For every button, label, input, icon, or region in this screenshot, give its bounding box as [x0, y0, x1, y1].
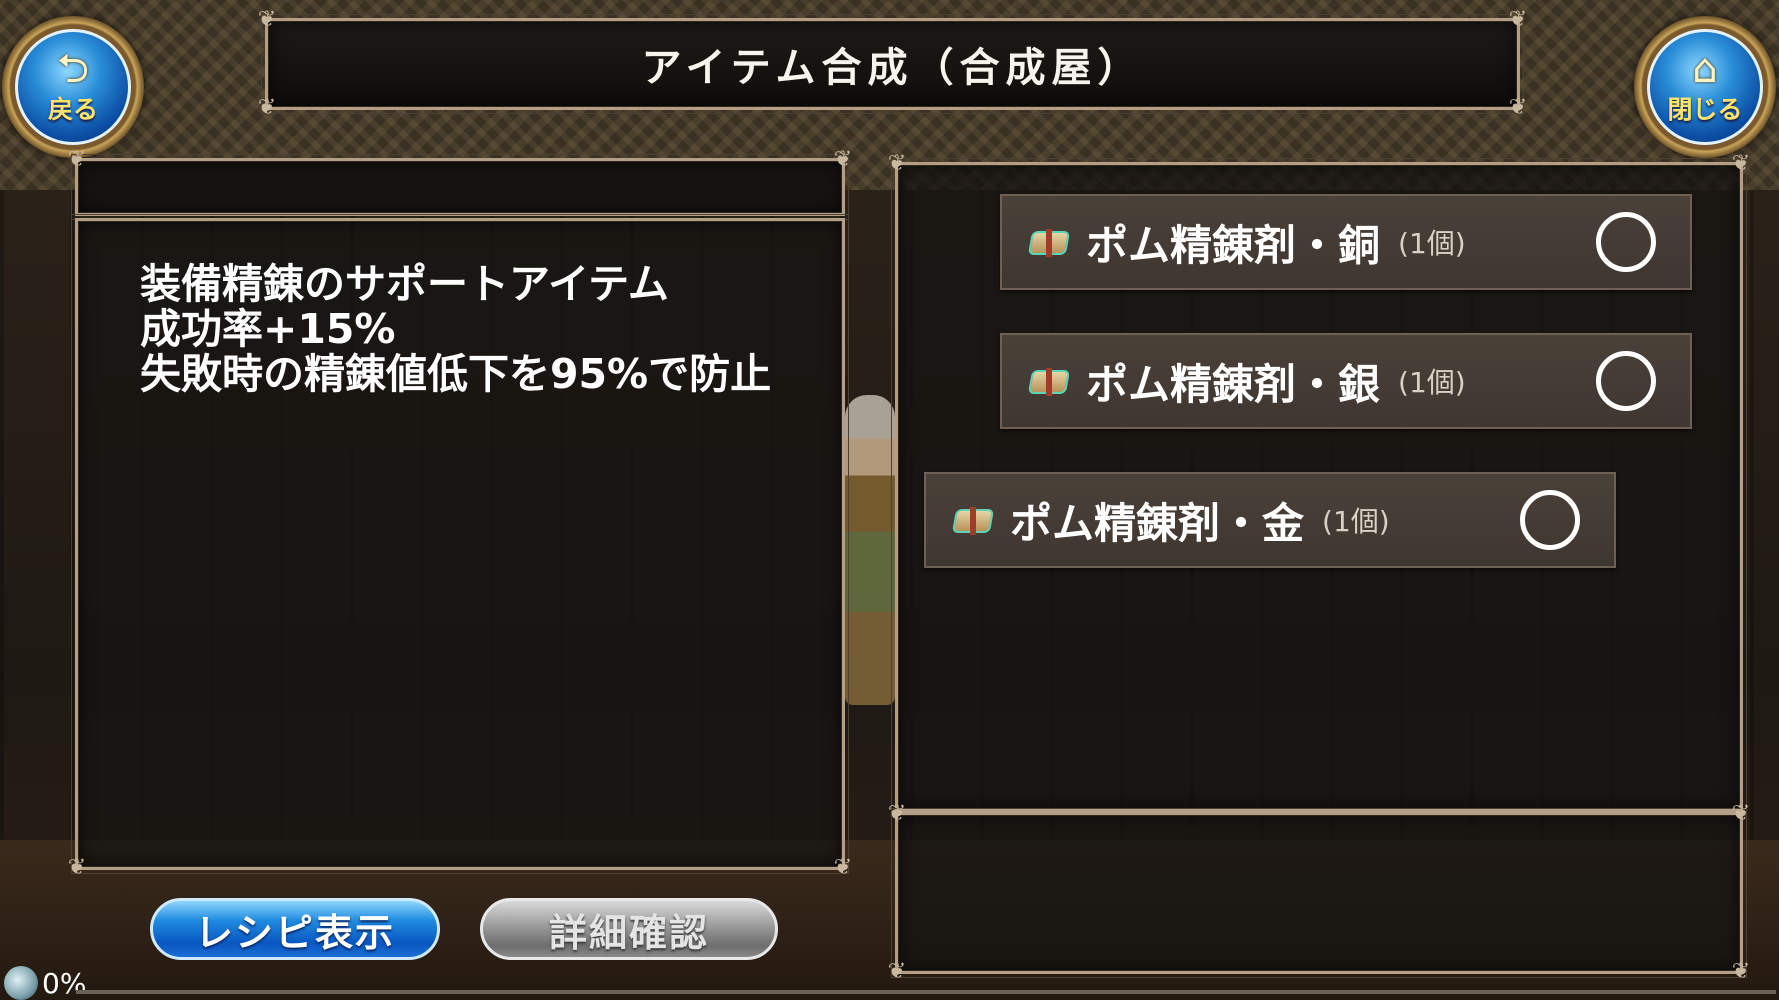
recipe-item-silver[interactable]: ポム精錬剤・銀 (1個)	[1000, 333, 1692, 429]
recipe-display-button[interactable]: レシピ表示	[150, 898, 440, 960]
ornament-icon: ❦	[1731, 801, 1751, 826]
return-arrow-icon: ⮌	[56, 46, 90, 92]
close-button[interactable]: ⌂ 閉じる	[1634, 16, 1776, 158]
recipe-item-name: ポム精錬剤・銅	[1086, 220, 1381, 270]
recipe-item-count: (1個)	[1398, 366, 1466, 399]
description-line: 失敗時の精錬値低下を95%で防止	[140, 350, 772, 398]
description-line: 装備精錬のサポートアイテム	[140, 260, 669, 308]
close-button-label: 閉じる	[1667, 95, 1743, 124]
ornament-icon: ❦	[887, 801, 907, 826]
select-circle-icon[interactable]	[1596, 351, 1656, 411]
ornament-icon: ❦	[833, 855, 853, 880]
home-icon: ⌂	[1692, 46, 1718, 92]
package-icon	[950, 503, 996, 537]
loading-orb-icon	[4, 966, 38, 1000]
recipe-item-name: ポム精錬剤・金	[1010, 498, 1305, 548]
select-circle-icon[interactable]	[1520, 490, 1580, 550]
loading-progress-track	[76, 990, 1776, 994]
detail-confirm-button[interactable]: 詳細確認	[480, 898, 778, 960]
back-button[interactable]: ⮌ 戻る	[2, 16, 144, 158]
ornament-icon: ❦	[887, 959, 907, 984]
description-line: 成功率+15%	[140, 305, 396, 353]
recipe-item-count: (1個)	[1322, 505, 1390, 538]
recipe-item-copper[interactable]: ポム精錬剤・銅 (1個)	[1000, 194, 1692, 290]
ornament-icon: ❦	[67, 855, 87, 880]
ornament-icon: ❦	[1731, 151, 1751, 176]
recipe-item-count: (1個)	[1398, 227, 1466, 260]
package-icon	[1026, 364, 1072, 398]
back-button-label: 戻る	[47, 95, 98, 124]
ornament-icon: ❦	[1731, 959, 1751, 984]
select-circle-icon[interactable]	[1596, 212, 1656, 272]
title-bar: ❦ ❦ ❦ ❦ アイテム合成（合成屋）	[258, 7, 1527, 120]
package-icon	[1026, 225, 1072, 259]
recipe-item-gold[interactable]: ポム精錬剤・金 (1個)	[924, 472, 1616, 568]
page-title: アイテム合成（合成屋）	[641, 45, 1144, 91]
item-description: 装備精錬のサポートアイテム 成功率+15% 失敗時の精錬値低下を95%で防止	[140, 262, 820, 397]
description-header-bar: ❦ ❦	[68, 147, 852, 220]
shopkeeper-character	[845, 395, 895, 705]
back-button-face[interactable]: ⮌ 戻る	[15, 29, 131, 145]
ornament-icon: ❦	[833, 147, 853, 172]
ornament-icon: ❦	[887, 151, 907, 176]
close-button-face[interactable]: ⌂ 閉じる	[1647, 29, 1763, 145]
recipe-detail-panel: ❦ ❦ ❦ ❦	[888, 801, 1750, 984]
loading-percent: 0%	[42, 966, 87, 1000]
ornament-icon: ❦	[67, 147, 87, 172]
recipe-item-name: ポム精錬剤・銀	[1086, 359, 1381, 409]
loading-indicator: 0%	[4, 966, 86, 1000]
